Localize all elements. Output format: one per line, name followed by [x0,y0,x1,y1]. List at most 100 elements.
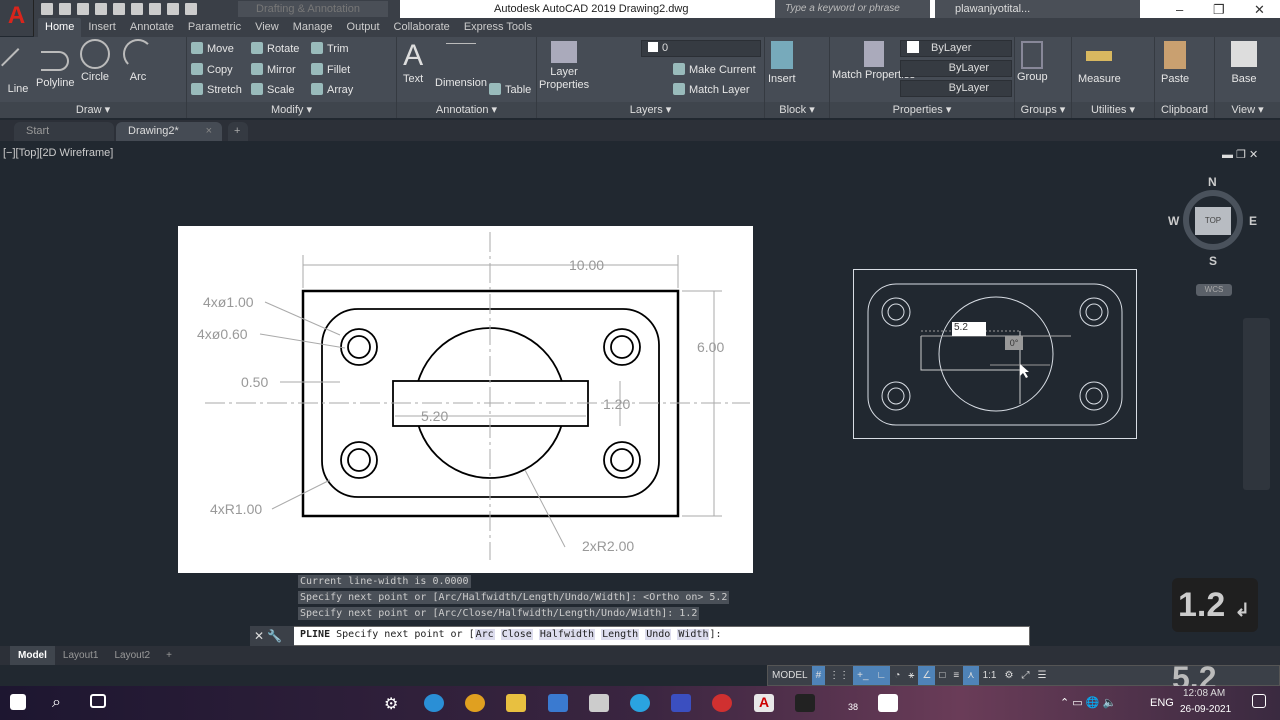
application-menu-button[interactable]: A [0,0,34,36]
new-icon[interactable] [41,3,53,15]
wcs-menu[interactable]: WCS [1196,284,1232,296]
linetype-dropdown[interactable]: ByLayer [900,60,1012,77]
tab-layout1[interactable]: Layout1 [55,646,107,665]
arc-button[interactable]: Arc [123,39,153,83]
option-close[interactable]: Close [500,629,533,640]
tab-layout2[interactable]: Layout2 [106,646,158,665]
customize-icon[interactable]: 🔧 [267,629,282,643]
vscode-icon[interactable] [548,694,568,712]
table-button[interactable]: Table [489,83,531,96]
model-space-toggle[interactable]: MODEL [768,666,812,685]
search-input[interactable]: Type a keyword or phrase [775,0,930,18]
viewcube[interactable]: TOP N S W E [1168,175,1258,268]
stretch-button[interactable]: Stretch [191,83,242,96]
autocad-taskbar-icon[interactable]: A [754,694,774,712]
search-icon[interactable]: ⌕ [52,694,72,712]
file-explorer-icon[interactable] [506,694,526,712]
layer-dropdown[interactable]: 0 [641,40,761,57]
telegram-icon[interactable] [630,694,650,712]
annotation-panel-title[interactable]: Annotation ▾ [397,102,536,118]
block-panel-title[interactable]: Block ▾ [765,102,829,118]
dynamic-input-length[interactable]: 5.2 [952,322,986,336]
tab-home[interactable]: Home [38,18,82,37]
app-icon-2[interactable] [878,694,898,712]
cad-model-drawing[interactable] [853,269,1137,439]
minimize-button[interactable]: – [1176,2,1183,17]
group-button[interactable]: Group [1017,41,1048,83]
tab-collaborate[interactable]: Collaborate [387,18,457,37]
move-button[interactable]: Move [191,42,234,55]
polyline-button[interactable]: Polyline [36,45,75,89]
draw-panel-title[interactable]: Draw ▾ [0,102,186,118]
isodraft-toggle[interactable]: ⚹ [904,666,918,685]
color-dropdown[interactable]: ByLayer [900,40,1012,57]
dynamic-input-toggle[interactable]: +_ [853,666,873,685]
circle-button[interactable]: Circle [80,39,110,83]
utilities-panel-title[interactable]: Utilities ▾ [1072,102,1154,118]
navigation-bar[interactable] [1243,318,1270,490]
layer-properties-button[interactable]: Layer Properties [539,41,589,92]
clock-date[interactable]: 26-09-2021 [1180,704,1231,715]
save-icon[interactable] [77,3,89,15]
clock-time[interactable]: 12:08 AM [1183,688,1225,699]
edge-icon[interactable] [424,694,444,712]
tab-express-tools[interactable]: Express Tools [457,18,539,37]
option-length[interactable]: Length [601,629,640,640]
compass-north[interactable]: N [1208,175,1217,189]
properties-panel-title[interactable]: Properties ▾ [830,102,1014,118]
measure-button[interactable]: Measure [1078,41,1121,85]
tab-output[interactable]: Output [340,18,387,37]
tab-manage[interactable]: Manage [286,18,340,37]
fillet-button[interactable]: Fillet [311,63,350,76]
array-button[interactable]: Array [311,83,353,96]
paste-button[interactable]: Paste [1161,41,1189,85]
fullscreen-icon[interactable]: ⤢ [1017,666,1033,685]
app-icon[interactable] [589,694,609,712]
base-button[interactable]: Base [1231,41,1257,85]
match-layer-button[interactable]: Match Layer [673,83,750,96]
polar-toggle[interactable]: ◔ [890,666,904,685]
option-arc[interactable]: Arc [474,629,495,640]
lineweight-toggle[interactable]: ≡ [949,666,963,685]
undo-icon[interactable] [167,3,179,15]
option-halfwidth[interactable]: Halfwidth [538,629,596,640]
tab-view[interactable]: View [248,18,286,37]
task-view-icon[interactable] [90,694,106,708]
mirror-button[interactable]: Mirror [251,63,296,76]
user-account[interactable]: plawanjyotital... [935,0,1140,18]
insert-button[interactable]: Insert [768,41,796,85]
f-app-icon[interactable] [671,694,691,712]
close-command-icon[interactable]: ✕ [254,629,264,643]
option-width[interactable]: Width [677,629,710,640]
maximize-button[interactable]: ❐ [1213,2,1225,18]
gear-icon[interactable]: ⚙ [1000,666,1017,685]
scale-button[interactable]: Scale [251,83,295,96]
object-snap-toggle[interactable]: □ [935,666,949,685]
object-snap-tracking-toggle[interactable]: ∠ [918,666,936,685]
close-button[interactable]: ✕ [1254,2,1265,18]
notifications-icon[interactable] [1252,694,1266,708]
ortho-toggle[interactable]: ∟ [872,666,891,685]
dimension-button[interactable]: Dimension [435,39,487,89]
annotation-visibility-toggle[interactable]: ⋏ [963,666,979,685]
redo-icon[interactable] [185,3,197,15]
text-button[interactable]: A Text [403,39,423,85]
plot-icon[interactable] [149,3,161,15]
red-app-icon[interactable] [712,694,732,712]
open-icon[interactable] [59,3,71,15]
close-tab-icon[interactable]: × [206,122,212,141]
customize-menu-icon[interactable]: ☰ [1033,666,1050,685]
line-button[interactable]: Line [1,45,35,95]
tab-parametric[interactable]: Parametric [181,18,248,37]
trim-button[interactable]: Trim [311,42,349,55]
modify-panel-title[interactable]: Modify ▾ [187,102,396,118]
copy-button[interactable]: Copy [191,63,233,76]
viewport-window-controls[interactable]: ▬ ❐ ✕ [1222,148,1258,161]
view-panel-title[interactable]: View ▾ [1215,102,1280,118]
layers-panel-title[interactable]: Layers ▾ [537,102,764,118]
compass-west[interactable]: W [1168,214,1179,228]
figma-icon[interactable] [795,694,815,712]
save-as-icon[interactable] [95,3,107,15]
tab-drawing2[interactable]: Drawing2* × [116,122,222,141]
new-tab-button[interactable]: + [228,122,248,141]
